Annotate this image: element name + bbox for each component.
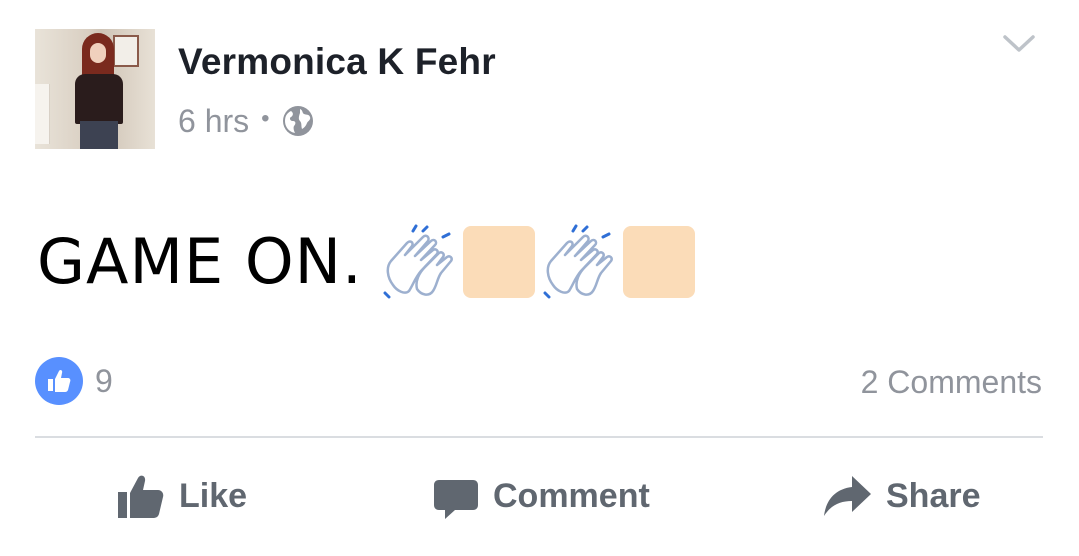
like-button[interactable]: Like <box>117 466 247 526</box>
clapping-hands-icon <box>383 224 453 299</box>
post-card: Vermonica K Fehr 6 hrs • GAME ON. 9 2 Co… <box>0 0 1079 556</box>
author-name[interactable]: Vermonica K Fehr <box>178 40 496 84</box>
like-reaction-icon <box>35 357 83 405</box>
post-meta: 6 hrs • <box>178 101 314 141</box>
reaction-summary[interactable]: 9 <box>35 357 113 405</box>
avatar[interactable] <box>35 29 155 149</box>
avatar-legs <box>80 121 118 149</box>
clapping-hands-icon <box>543 224 613 299</box>
post-timestamp[interactable]: 6 hrs <box>178 103 249 140</box>
avatar-bg-frame <box>113 35 139 67</box>
avatar-bg-door <box>35 84 50 144</box>
action-bar: Like Comment Share <box>0 466 1079 526</box>
post-body: GAME ON. <box>37 222 703 302</box>
chevron-down-icon[interactable] <box>1002 33 1036 55</box>
speech-bubble-icon <box>434 480 478 519</box>
thumbs-up-icon <box>118 475 164 518</box>
comment-label: Comment <box>493 476 650 515</box>
comments-count[interactable]: 2 Comments <box>861 360 1042 404</box>
avatar-face <box>90 43 106 63</box>
globe-icon[interactable] <box>282 105 314 137</box>
post-text: GAME ON. <box>37 225 363 298</box>
like-count: 9 <box>95 362 113 399</box>
like-label: Like <box>179 476 248 515</box>
share-button[interactable]: Share <box>822 466 981 526</box>
avatar-body <box>75 74 123 124</box>
thumbs-up-icon <box>48 369 71 392</box>
share-arrow-icon <box>824 476 871 516</box>
comment-button[interactable]: Comment <box>433 466 650 526</box>
divider <box>35 436 1043 438</box>
share-label: Share <box>886 476 981 515</box>
meta-separator: • <box>261 105 270 132</box>
skin-tone-swatch <box>622 226 695 298</box>
skin-tone-swatch <box>462 226 535 298</box>
